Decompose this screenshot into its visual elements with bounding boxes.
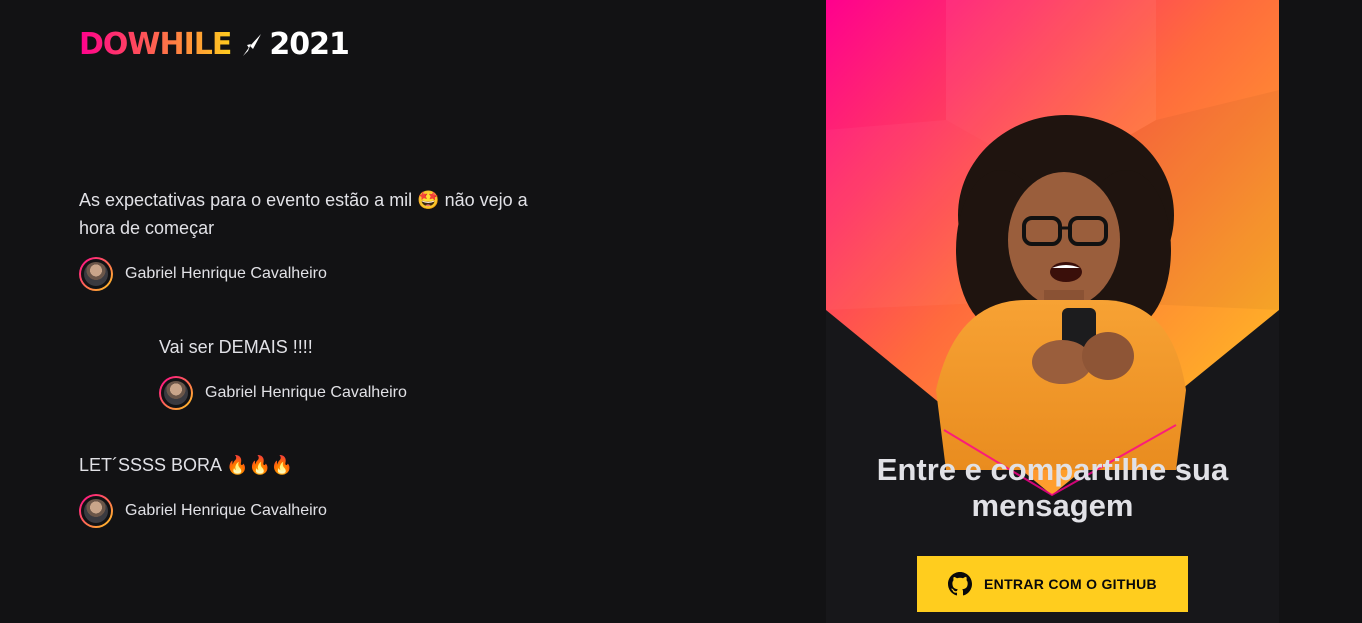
banner-illustration [826, 0, 1279, 497]
message-text: As expectativas para o evento estão a mi… [79, 190, 528, 238]
message-author: Gabriel Henrique Cavalheiro [79, 257, 539, 291]
author-name: Gabriel Henrique Cavalheiro [205, 384, 407, 401]
rocket-icon [243, 34, 262, 56]
logo-year: 2021 [269, 27, 349, 62]
logo-text: DOWHILE [79, 27, 232, 62]
message-item: LET´SSSS BORA 🔥🔥🔥 Gabriel Henrique Caval… [79, 451, 539, 528]
author-name: Gabriel Henrique Cavalheiro [125, 265, 327, 282]
person-illustration [936, 115, 1186, 470]
dowhile-logo: DOWHILE 2021 [79, 27, 350, 62]
avatar [81, 259, 111, 289]
avatar-ring [159, 376, 193, 410]
author-name: Gabriel Henrique Cavalheiro [125, 502, 327, 519]
message-item: Vai ser DEMAIS !!!! Gabriel Henrique Cav… [159, 333, 619, 410]
login-button-label: ENTRAR COM O GITHUB [984, 576, 1157, 592]
avatar [81, 496, 111, 526]
message-text: LET´SSSS BORA 🔥🔥🔥 [79, 455, 294, 475]
github-login-button[interactable]: ENTRAR COM O GITHUB [917, 556, 1188, 612]
avatar-ring [79, 257, 113, 291]
message-item: As expectativas para o evento estão a mi… [79, 186, 539, 291]
message-author: Gabriel Henrique Cavalheiro [159, 376, 619, 410]
page: DOWHILE 2021 As expectativas para o even… [0, 0, 1362, 623]
avatar-ring [79, 494, 113, 528]
message-text: Vai ser DEMAIS !!!! [159, 337, 313, 357]
login-panel: Entre e compartilhe sua mensagem ENTRAR … [826, 0, 1279, 623]
github-icon [948, 572, 973, 596]
panel-title: Entre e compartilhe sua mensagem [876, 452, 1229, 523]
message-author: Gabriel Henrique Cavalheiro [79, 494, 539, 528]
avatar [161, 378, 191, 408]
